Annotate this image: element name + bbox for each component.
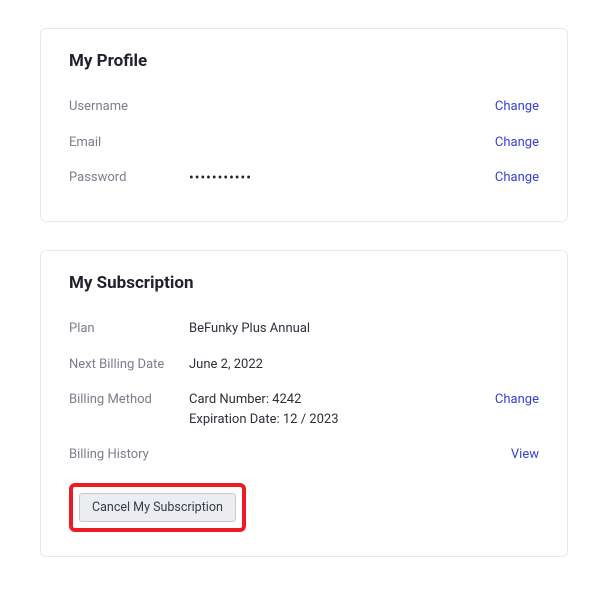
nextbilling-value: June 2, 2022	[189, 355, 539, 375]
billingmethod-value: Card Number: 4242 Expiration Date: 12 / …	[189, 390, 495, 429]
cancel-subscription-button[interactable]: Cancel My Subscription	[79, 493, 236, 522]
password-change-link[interactable]: Change	[495, 168, 539, 188]
subscription-row-billingmethod: Billing Method Card Number: 4242 Expirat…	[69, 382, 539, 437]
profile-row-email: Email Change	[69, 125, 539, 161]
email-label: Email	[69, 133, 189, 153]
username-label: Username	[69, 97, 189, 117]
subscription-row-nextbilling: Next Billing Date June 2, 2022	[69, 347, 539, 383]
billinghistory-label: Billing History	[69, 445, 189, 465]
billingmethod-card: Card Number: 4242	[189, 390, 495, 410]
password-label: Password	[69, 168, 189, 188]
profile-row-password: Password ••••••••••• Change	[69, 160, 539, 197]
billingmethod-expiration: Expiration Date: 12 / 2023	[189, 410, 495, 430]
email-change-link[interactable]: Change	[495, 133, 539, 153]
profile-card: My Profile Username Change Email Change …	[40, 28, 568, 222]
username-change-link[interactable]: Change	[495, 97, 539, 117]
profile-row-username: Username Change	[69, 89, 539, 125]
billingmethod-label: Billing Method	[69, 390, 189, 410]
password-value: •••••••••••	[189, 168, 495, 189]
subscription-row-history: Billing History View	[69, 437, 539, 473]
cancel-highlight: Cancel My Subscription	[69, 483, 246, 532]
subscription-card: My Subscription Plan BeFunky Plus Annual…	[40, 250, 568, 557]
nextbilling-label: Next Billing Date	[69, 355, 189, 375]
billingmethod-change-link[interactable]: Change	[495, 390, 539, 410]
plan-label: Plan	[69, 319, 189, 339]
subscription-row-plan: Plan BeFunky Plus Annual	[69, 311, 539, 347]
subscription-title: My Subscription	[69, 273, 539, 293]
plan-value: BeFunky Plus Annual	[189, 319, 539, 339]
billinghistory-view-link[interactable]: View	[511, 445, 539, 465]
profile-title: My Profile	[69, 51, 539, 71]
